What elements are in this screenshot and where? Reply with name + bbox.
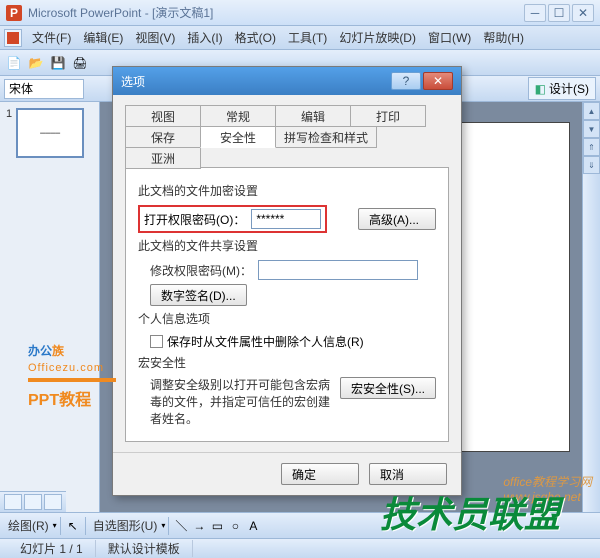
menu-help[interactable]: 帮助(H) [477, 27, 530, 48]
window-titlebar: P Microsoft PowerPoint - [演示文稿1] ─ ☐ ✕ [0, 0, 600, 26]
drawing-toolbar: 绘图(R)▾ ↖ 自选图形(U)▾ ＼ → ▭ ○ A [0, 512, 600, 538]
slideshow-view-icon[interactable] [44, 494, 62, 510]
cancel-button[interactable]: 取消 [369, 463, 447, 485]
menu-view[interactable]: 视图(V) [129, 27, 181, 48]
status-bar: 幻灯片 1 / 1 默认设计模板 [0, 538, 600, 558]
slide-counter: 幻灯片 1 / 1 [8, 540, 96, 557]
powerpoint-icon: P [6, 5, 22, 21]
line-icon[interactable]: ＼ [172, 517, 190, 535]
rectangle-icon[interactable]: ▭ [208, 517, 226, 535]
remove-personal-info-label: 保存时从文件属性中删除个人信息(R) [167, 333, 364, 350]
next-slide-icon[interactable]: ⇓ [583, 156, 600, 174]
menu-bar: 文件(F) 编辑(E) 视图(V) 插入(I) 格式(O) 工具(T) 幻灯片放… [0, 26, 600, 50]
vertical-scrollbar[interactable]: ▲ ▼ ⇑ ⇓ [582, 102, 600, 512]
menu-edit[interactable]: 编辑(E) [77, 27, 129, 48]
slide-number: 1 [6, 108, 12, 158]
slide-thumbnail-1[interactable]: 1 ▬▬▬▬ [6, 108, 93, 158]
menu-format[interactable]: 格式(O) [229, 27, 282, 48]
modify-password-label: 修改权限密码(M)： [138, 262, 252, 279]
menu-insert[interactable]: 插入(I) [181, 27, 228, 48]
close-button[interactable]: ✕ [572, 4, 594, 22]
menu-slideshow[interactable]: 幻灯片放映(D) [333, 27, 422, 48]
tab-print[interactable]: 打印 [350, 105, 426, 127]
print-icon[interactable]: 🖨 [70, 53, 90, 73]
open-icon[interactable]: 📂 [26, 53, 46, 73]
menu-tools[interactable]: 工具(T) [282, 27, 333, 48]
dialog-tabs: 视图 常规 编辑 打印 保存 安全性 拼写检查和样式 亚洲 [125, 105, 449, 168]
new-icon[interactable]: 📄 [4, 53, 24, 73]
macro-description: 调整安全级别以打开可能包含宏病毒的文件，并指定可信任的宏创建者姓名。 [150, 377, 332, 427]
dialog-close-button[interactable]: ✕ [423, 72, 453, 90]
prev-slide-icon[interactable]: ⇑ [583, 138, 600, 156]
oval-icon[interactable]: ○ [226, 517, 244, 535]
menu-window[interactable]: 窗口(W) [422, 27, 477, 48]
macro-security-button[interactable]: 宏安全性(S)... [340, 377, 436, 399]
watermark-jsgh: office教程学习网www.jsgho.net [503, 473, 592, 504]
open-password-label: 打开权限密码(O)： [144, 211, 245, 228]
normal-view-icon[interactable] [4, 494, 22, 510]
options-dialog: 选项 ? ✕ 视图 常规 编辑 打印 保存 安全性 拼写检查和样式 亚洲 此文档… [112, 66, 462, 496]
macro-group-label: 宏安全性 [138, 354, 436, 371]
app-menu-icon[interactable] [4, 29, 22, 47]
dialog-titlebar[interactable]: 选项 ? ✕ [113, 67, 461, 95]
textbox-icon[interactable]: A [244, 517, 262, 535]
highlight-open-password: 打开权限密码(O)： [138, 205, 327, 233]
digital-signature-button[interactable]: 数字签名(D)... [150, 284, 247, 306]
autoshape-menu[interactable]: 自选图形(U) [89, 515, 162, 536]
tab-general[interactable]: 常规 [200, 105, 276, 127]
tab-save[interactable]: 保存 [125, 126, 201, 148]
maximize-button[interactable]: ☐ [548, 4, 570, 22]
modify-password-input[interactable] [258, 260, 418, 280]
arrow-icon[interactable]: → [190, 517, 208, 535]
menu-file[interactable]: 文件(F) [26, 27, 77, 48]
slide-preview[interactable]: ▬▬▬▬ [16, 108, 84, 158]
font-name-combo[interactable]: 宋体 [4, 79, 84, 99]
slide-thumbnail-panel[interactable]: 1 ▬▬▬▬ [0, 102, 100, 512]
svg-text:P: P [10, 6, 18, 20]
design-button[interactable]: ◧设计(S) [528, 77, 596, 100]
view-mode-buttons [0, 491, 66, 512]
open-password-input[interactable] [251, 209, 321, 229]
save-icon[interactable]: 💾 [48, 53, 68, 73]
ok-button[interactable]: 确定 [281, 463, 359, 485]
dialog-help-button[interactable]: ? [391, 72, 421, 90]
remove-personal-info-checkbox[interactable] [150, 335, 163, 348]
draw-menu[interactable]: 绘图(R) [4, 515, 53, 536]
tab-security[interactable]: 安全性 [200, 126, 276, 148]
tab-spelling[interactable]: 拼写检查和样式 [275, 126, 377, 148]
dialog-title: 选项 [121, 73, 389, 90]
tab-asia[interactable]: 亚洲 [125, 147, 201, 169]
tab-content-security: 此文档的文件加密设置 打开权限密码(O)： 高级(A)... 此文档的文件共享设… [125, 167, 449, 442]
window-title: Microsoft PowerPoint - [演示文稿1] [28, 4, 524, 21]
tab-edit[interactable]: 编辑 [275, 105, 351, 127]
advanced-button[interactable]: 高级(A)... [358, 208, 436, 230]
tab-view[interactable]: 视图 [125, 105, 201, 127]
template-name: 默认设计模板 [96, 540, 193, 557]
minimize-button[interactable]: ─ [524, 4, 546, 22]
select-icon[interactable]: ↖ [64, 517, 82, 535]
privacy-group-label: 个人信息选项 [138, 310, 436, 327]
scroll-up-icon[interactable]: ▲ [583, 102, 600, 120]
share-group-label: 此文档的文件共享设置 [138, 237, 436, 254]
scroll-down-icon[interactable]: ▼ [583, 120, 600, 138]
sorter-view-icon[interactable] [24, 494, 42, 510]
encrypt-group-label: 此文档的文件加密设置 [138, 182, 436, 199]
dialog-footer: 确定 取消 [113, 452, 461, 495]
